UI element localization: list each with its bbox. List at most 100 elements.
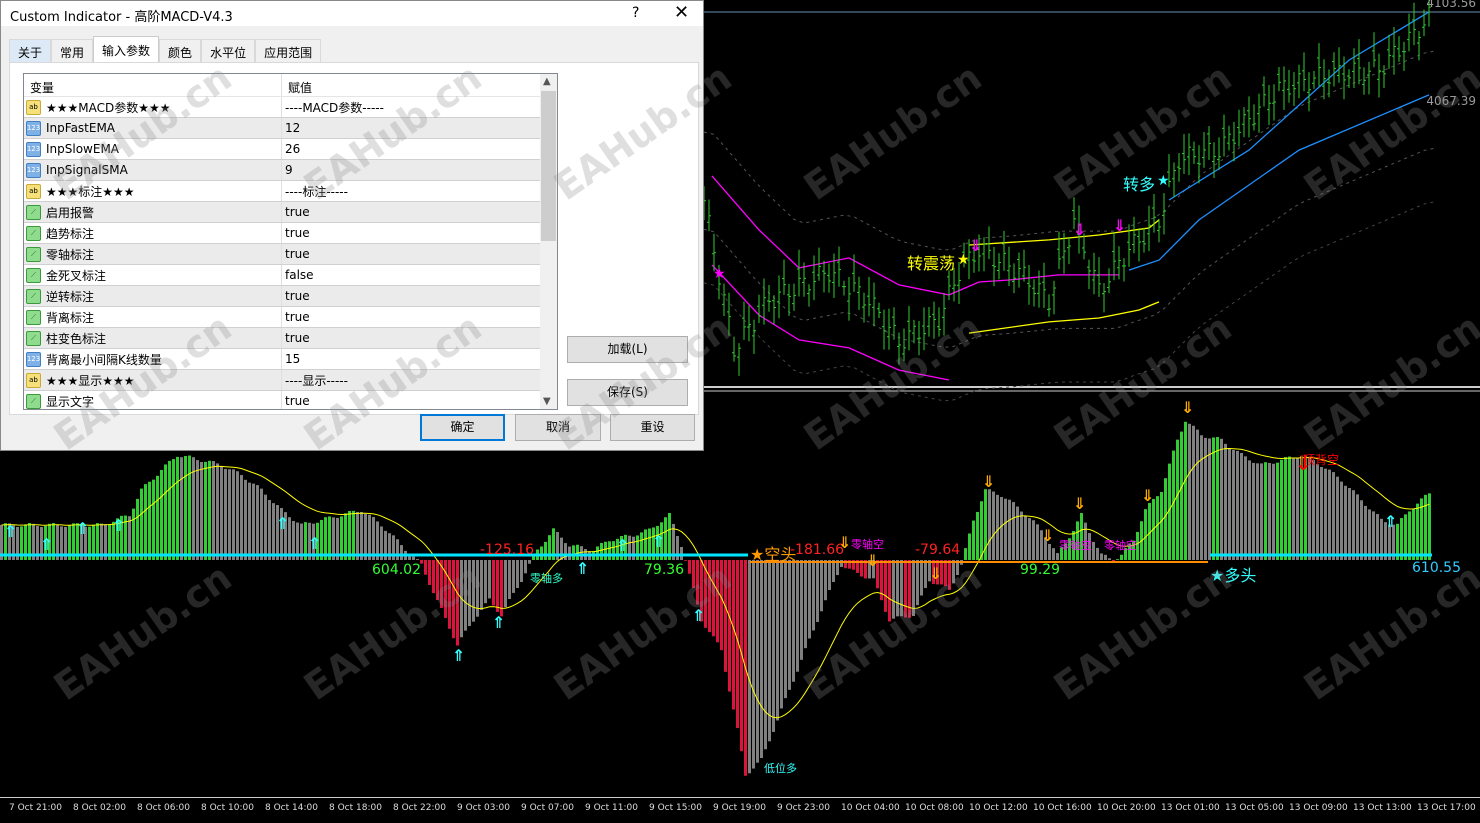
number-type-icon: 123 <box>26 351 41 367</box>
parameter-row[interactable]: ⟋ 金死叉标注 false <box>24 265 557 286</box>
parameter-row[interactable]: ⟋ 逆转标注 true <box>24 286 557 307</box>
value-label: -125.16 <box>480 542 535 558</box>
reset-button[interactable]: 重设 <box>610 414 695 441</box>
tab-levels[interactable]: 水平位 <box>201 39 256 62</box>
macd-histogram-bar <box>1364 505 1367 560</box>
macd-histogram-bar <box>776 560 779 721</box>
macd-histogram-bar <box>1156 496 1159 560</box>
macd-histogram-bar <box>1320 466 1323 560</box>
text-type-icon: ab <box>26 372 41 388</box>
time-tick-label: 13 Oct 17:00 <box>1417 803 1476 813</box>
macd-histogram-bar <box>396 539 399 560</box>
parameter-value[interactable]: ----显示----- <box>282 372 348 389</box>
parameter-value[interactable]: 26 <box>282 142 300 156</box>
tab-about[interactable]: 关于 <box>9 39 52 62</box>
macd-histogram-bar <box>1212 437 1215 560</box>
parameter-value[interactable]: true <box>282 289 310 303</box>
parameter-value[interactable]: false <box>282 268 314 282</box>
parameter-row[interactable]: ⟋ 零轴标注 true <box>24 244 557 265</box>
parameter-row[interactable]: ⟋ 启用报警 true <box>24 202 557 223</box>
parameter-value[interactable]: 15 <box>282 352 300 366</box>
macd-histogram-bar <box>600 543 603 560</box>
macd-histogram-bar <box>428 560 431 585</box>
time-axis: 7 Oct 21:00 8 Oct 02:00 8 Oct 06:00 8 Oct 1… <box>0 797 1480 823</box>
macd-histogram-bar <box>208 460 211 560</box>
tab-visualization[interactable]: 应用范围 <box>255 39 322 62</box>
macd-histogram-bar <box>772 560 775 732</box>
parameter-row[interactable]: 123 InpSlowEMA 26 <box>24 139 557 160</box>
macd-histogram-bar <box>604 541 607 560</box>
parameter-row[interactable]: 123 InpSignalSMA 9 <box>24 160 557 181</box>
parameter-row[interactable]: ab ★★★MACD参数★★★ ----MACD参数----- <box>24 97 557 118</box>
parameter-value[interactable]: ----MACD参数----- <box>282 99 384 116</box>
time-tick-label: 10 Oct 04:00 <box>841 803 900 813</box>
scroll-up-icon[interactable]: ▲ <box>543 76 551 87</box>
scroll-down-icon[interactable]: ▼ <box>543 396 551 407</box>
arrow-up-icon: ⇑ <box>76 519 90 538</box>
macd-histogram-bar <box>952 560 955 584</box>
tab-common[interactable]: 常用 <box>51 39 94 62</box>
parameter-value[interactable]: 12 <box>282 121 300 135</box>
close-button[interactable]: ✕ <box>674 2 689 23</box>
macd-histogram-bar <box>968 533 971 560</box>
parameter-row[interactable]: ⟋ 柱变色标注 true <box>24 328 557 349</box>
macd-histogram-bar <box>924 560 927 589</box>
macd-histogram-bar <box>144 484 147 560</box>
star-icon: ★ <box>957 252 970 268</box>
parameter-value[interactable]: true <box>282 205 310 219</box>
parameter-row[interactable]: 123 InpFastEMA 12 <box>24 118 557 139</box>
macd-histogram-bar <box>1344 485 1347 560</box>
macd-histogram-bar <box>160 469 163 560</box>
dialog-title-bar[interactable]: Custom Indicator - 高阶MACD-V4.3 ? ✕ <box>1 1 703 26</box>
cancel-button[interactable]: 取消 <box>515 414 601 441</box>
parameter-row[interactable]: ⟋ 显示文字 true <box>24 391 557 409</box>
arrow-down-icon: ⇓ <box>1073 494 1087 513</box>
macd-histogram-bar <box>448 560 451 629</box>
parameter-value[interactable]: true <box>282 226 310 240</box>
macd-histogram-bar <box>356 511 359 560</box>
parameter-value[interactable]: true <box>282 247 310 261</box>
macd-histogram-bar <box>344 513 347 560</box>
macd-histogram-bar <box>920 560 923 596</box>
macd-histogram-bar <box>1004 498 1007 560</box>
macd-histogram-bar <box>764 560 767 750</box>
parameter-row[interactable]: ab ★★★显示★★★ ----显示----- <box>24 370 557 391</box>
load-button[interactable]: 加载(L) <box>567 336 688 363</box>
bool-type-icon: ⟋ <box>26 204 41 220</box>
macd-histogram-bar <box>1424 494 1427 560</box>
tab-colors[interactable]: 颜色 <box>159 39 202 62</box>
parameter-value[interactable]: true <box>282 394 310 408</box>
macd-histogram-bar <box>1188 423 1191 560</box>
ok-button[interactable]: 确定 <box>420 414 505 441</box>
macd-histogram-bar <box>196 460 199 560</box>
macd-histogram-bar <box>172 459 175 560</box>
scrollbar-thumb[interactable] <box>541 91 556 241</box>
column-header-value[interactable]: 赋值 <box>282 74 318 96</box>
parameter-row[interactable]: ⟋ 趋势标注 true <box>24 223 557 244</box>
tab-inputs[interactable]: 输入参数 <box>93 36 160 62</box>
parameter-value[interactable]: ----标注----- <box>282 183 348 200</box>
parameter-row[interactable]: ⟋ 背离标注 true <box>24 307 557 328</box>
save-button[interactable]: 保存(S) <box>567 379 688 406</box>
parameter-row[interactable]: 123 背离最小间隔K线数量 15 <box>24 349 557 370</box>
help-button[interactable]: ? <box>632 5 639 21</box>
label-to-range: 转震荡 <box>907 254 956 273</box>
macd-histogram-bar <box>1024 515 1027 560</box>
parameter-value[interactable]: true <box>282 310 310 324</box>
arrow-up-icon: ⇑ <box>492 613 506 632</box>
macd-histogram-bar <box>528 560 531 564</box>
text-type-icon: ab <box>26 183 41 199</box>
parameter-value[interactable]: true <box>282 331 310 345</box>
macd-histogram-bar <box>268 499 271 560</box>
column-header-variable[interactable]: 变量 <box>24 74 282 96</box>
macd-histogram-bar <box>1228 447 1231 560</box>
vertical-scrollbar[interactable]: ▲ ▼ <box>540 74 557 409</box>
macd-histogram-bar <box>488 560 491 599</box>
parameter-value[interactable]: 9 <box>282 163 293 177</box>
macd-histogram-bar <box>168 460 171 560</box>
label-zero-short: 零轴空 <box>1059 539 1092 552</box>
arrow-down-icon: ⇓ <box>1073 220 1087 239</box>
parameter-name: ★★★MACD参数★★★ <box>46 100 171 115</box>
macd-histogram-bar <box>1408 511 1411 560</box>
parameter-row[interactable]: ab ★★★标注★★★ ----标注----- <box>24 181 557 202</box>
